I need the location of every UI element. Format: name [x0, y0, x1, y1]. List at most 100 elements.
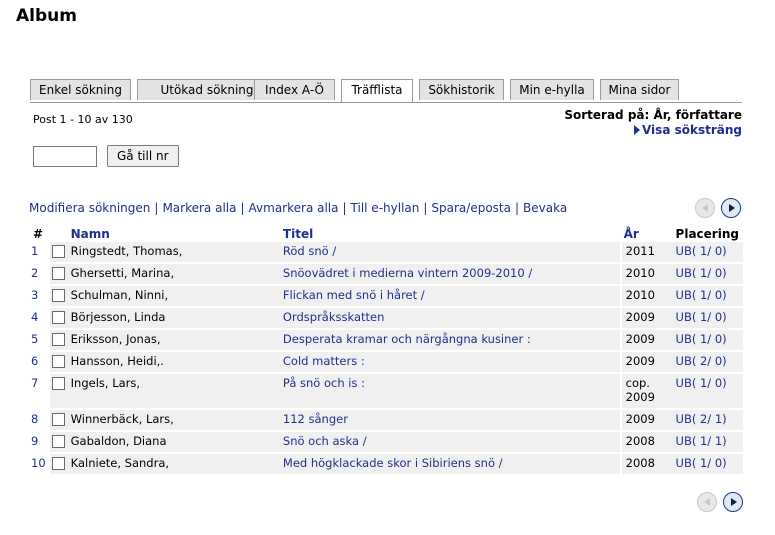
row-number-link[interactable]: 8 [31, 412, 38, 426]
row-checkbox[interactable] [51, 413, 65, 426]
row-name: Börjesson, Linda [66, 308, 279, 330]
table-row: 9 Gabaldon, Diana Snö och aska / 2008 UB… [29, 432, 743, 454]
table-row: 4 Börjesson, Linda Ordspråksskatten 2009… [29, 308, 743, 330]
row-placement-link[interactable]: UB( 2/ 0) [676, 354, 727, 368]
table-row: 1 Ringstedt, Thomas, Röd snö / 2011 UB( … [29, 242, 743, 264]
row-placement-link[interactable]: UB( 1/ 0) [676, 376, 727, 390]
row-name: Ingels, Lars, [66, 374, 279, 410]
row-checkbox[interactable] [51, 457, 65, 470]
col-name-header[interactable]: Namn [67, 225, 279, 242]
row-placement-link[interactable]: UB( 2/ 1) [676, 412, 727, 426]
sort-title-link[interactable]: Titel [283, 227, 313, 241]
results-table: # Namn Titel År Placering 1 Ringstedt, T… [29, 225, 743, 476]
row-number-link[interactable]: 6 [31, 354, 38, 368]
tab-index-a-o[interactable]: Index A-Ö [254, 79, 335, 100]
tab-trafflista[interactable]: Träfflista [341, 79, 413, 102]
row-year: 2010 [619, 286, 672, 308]
col-title-header[interactable]: Titel [279, 225, 620, 242]
row-number-link[interactable]: 5 [31, 332, 38, 346]
row-name: Gabaldon, Diana [66, 432, 279, 454]
row-title-link[interactable]: Flickan med snö i håret / [283, 288, 425, 302]
row-checkbox[interactable] [51, 289, 65, 302]
to-e-shelf-link[interactable]: Till e-hyllan [351, 201, 420, 215]
watch-link[interactable]: Bevaka [523, 201, 567, 215]
row-checkbox[interactable] [51, 355, 65, 368]
row-number-link[interactable]: 3 [31, 288, 38, 302]
tab-min-e-hylla[interactable]: Min e-hylla [510, 79, 594, 100]
col-place-header: Placering [675, 226, 739, 241]
row-number-link[interactable]: 10 [31, 456, 46, 470]
goto-button[interactable]: Gå till nr [107, 145, 179, 167]
tab-sokhistorik[interactable]: Sökhistorik [419, 79, 504, 100]
row-placement-link[interactable]: UB( 1/ 0) [676, 288, 727, 302]
row-title-link[interactable]: Snö och aska / [283, 434, 367, 448]
row-checkbox[interactable] [51, 245, 65, 258]
separator: | [514, 201, 520, 215]
arrow-right-icon [729, 204, 735, 212]
row-placement-link[interactable]: UB( 1/ 0) [676, 266, 727, 280]
row-title-link[interactable]: Med högklackade skor i Sibiriens snö / [283, 456, 503, 470]
tab-enkel-sokning[interactable]: Enkel sökning [30, 79, 131, 100]
row-number-link[interactable]: 2 [31, 266, 38, 280]
triangle-right-icon [633, 125, 640, 135]
row-year: 2011 [619, 242, 672, 264]
row-year: 2009 [619, 308, 672, 330]
row-checkbox[interactable] [51, 267, 65, 280]
show-query-link[interactable]: Visa söksträng [564, 123, 742, 137]
table-row: 2 Ghersetti, Marina, Snöovädret i medier… [29, 264, 743, 286]
row-year: 2009 [619, 410, 672, 432]
row-placement-link[interactable]: UB( 1/ 1) [676, 434, 727, 448]
row-placement-link[interactable]: UB( 1/ 0) [676, 310, 727, 324]
table-row: 8 Winnerbäck, Lars, 112 sånger 2009 UB( … [29, 410, 743, 432]
row-year: cop. 2009 [619, 374, 672, 410]
row-placement-link[interactable]: UB( 1/ 0) [676, 456, 727, 470]
row-title-link[interactable]: Cold matters : [283, 354, 365, 368]
next-page-button-bottom[interactable] [723, 492, 743, 512]
row-title-link[interactable]: Desperata kramar och närgångna kusiner : [283, 332, 531, 346]
row-number-link[interactable]: 7 [31, 376, 38, 390]
sort-name-link[interactable]: Namn [71, 227, 110, 241]
row-year: 2008 [619, 454, 672, 476]
col-num-header: # [33, 226, 44, 241]
prev-page-button-bottom[interactable] [697, 492, 717, 512]
tab-mina-sidor[interactable]: Mina sidor [600, 79, 679, 100]
table-row: 6 Hansson, Heidi,. Cold matters : 2009 U… [29, 352, 743, 374]
next-page-button[interactable] [721, 198, 741, 218]
row-checkbox[interactable] [51, 377, 65, 390]
save-email-link[interactable]: Spara/eposta [431, 201, 511, 215]
table-row: 7 Ingels, Lars, På snö och is : cop. 200… [29, 374, 743, 410]
row-title-link[interactable]: På snö och is : [283, 376, 365, 390]
row-name: Ringstedt, Thomas, [66, 242, 279, 264]
arrow-right-icon [731, 498, 737, 506]
sort-label: Sorterad på: År, författare [564, 108, 742, 122]
row-number-link[interactable]: 4 [31, 310, 38, 324]
col-checkbox-header [50, 225, 67, 242]
row-title-link[interactable]: Röd snö / [283, 244, 336, 258]
results-info: Post 1 - 10 av 130 [33, 113, 133, 126]
row-title-link[interactable]: 112 sånger [283, 412, 348, 426]
row-name: Ghersetti, Marina, [66, 264, 279, 286]
row-year: 2009 [619, 330, 672, 352]
sort-year-link[interactable]: År [624, 227, 639, 241]
row-title-link[interactable]: Ordspråksskatten [283, 310, 384, 324]
col-year-header[interactable]: År [620, 225, 672, 242]
row-checkbox[interactable] [51, 311, 65, 324]
deselect-all-link[interactable]: Avmarkera alla [249, 201, 339, 215]
row-name: Schulman, Ninni, [66, 286, 279, 308]
goto-number-input[interactable] [33, 146, 97, 167]
table-row: 10 Kalniete, Sandra, Med högklackade sko… [29, 454, 743, 476]
modify-search-link[interactable]: Modifiera sökningen [29, 201, 150, 215]
arrow-left-icon [704, 498, 710, 506]
row-placement-link[interactable]: UB( 1/ 0) [676, 244, 727, 258]
separator: | [423, 201, 428, 215]
row-checkbox[interactable] [51, 333, 65, 346]
select-all-link[interactable]: Markera alla [162, 201, 236, 215]
row-number-link[interactable]: 9 [31, 434, 38, 448]
row-number-link[interactable]: 1 [31, 244, 38, 258]
row-title-link[interactable]: Snöovädret i medierna vintern 2009-2010 … [283, 266, 532, 280]
separator: | [342, 201, 347, 215]
show-query-label: Visa söksträng [641, 123, 742, 137]
row-placement-link[interactable]: UB( 1/ 0) [676, 332, 727, 346]
prev-page-button[interactable] [695, 198, 715, 218]
row-checkbox[interactable] [51, 435, 65, 448]
